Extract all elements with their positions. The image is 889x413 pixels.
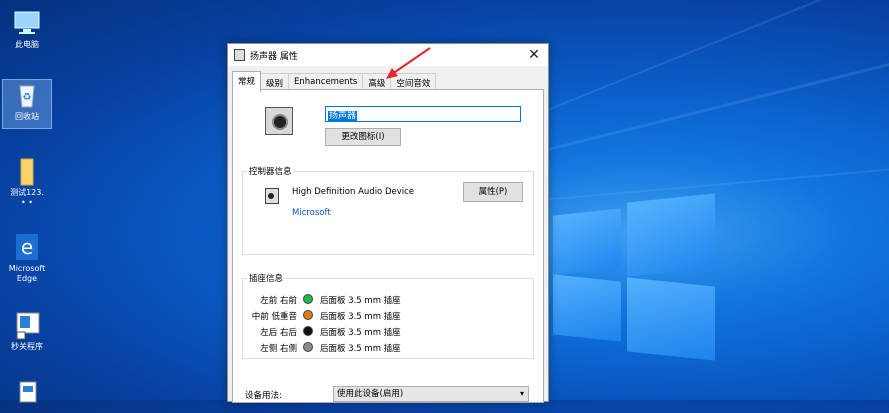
jack-color-indicator [303, 342, 313, 352]
recycle-bin-icon: ♻ [12, 80, 42, 110]
desktop-icon-label-line2: • • [21, 198, 33, 207]
jack-color-indicator [303, 310, 313, 320]
tab-general[interactable]: 常规 [232, 71, 262, 92]
jack-channel-label: 左后 右后 [260, 328, 297, 338]
jack-channel-label: 左侧 右侧 [260, 344, 297, 354]
change-icon-button[interactable]: 更改图标(I) [325, 128, 401, 146]
edge-icon: e [12, 232, 42, 262]
device-usage-value: 使用此设备(启用) [337, 389, 404, 399]
tab-strip: 常规 级别 Enhancements 高级 空间音效 [232, 71, 437, 92]
controller-info-legend: 控制器信息 [249, 167, 292, 177]
close-button[interactable]: ✕ [526, 47, 542, 63]
device-usage-label: 设备用法: [245, 391, 282, 401]
jack-color-indicator [303, 294, 313, 304]
svg-text:e: e [21, 235, 33, 259]
computer-icon [12, 8, 42, 38]
speaker-small-icon [265, 188, 279, 204]
jack-info-legend: 插座信息 [249, 274, 284, 284]
device-name-text: 扬声器 [328, 111, 358, 121]
device-name-field[interactable]: 扬声器 [325, 106, 521, 122]
speaker-properties-dialog: 扬声器 属性 ✕ 常规 级别 Enhancements 高级 空间音效 扬声器 … [227, 43, 549, 403]
jack-row: 中前 低重音 后面板 3.5 mm 插座 [242, 308, 532, 324]
controller-name: High Definition Audio Device [292, 187, 415, 197]
svg-text:♻: ♻ [23, 92, 32, 103]
desktop-icon-label-line2: Edge [16, 274, 38, 283]
app-shortcut-icon [12, 310, 42, 340]
desktop-icon-label: 回收站 [15, 112, 39, 121]
general-tab-panel: 扬声器 更改图标(I) 控制器信息 High Definition Audio … [232, 89, 544, 403]
chevron-down-icon: ▾ [519, 389, 524, 398]
jack-row: 左侧 右侧 后面板 3.5 mm 插座 [242, 340, 532, 356]
jack-description: 后面板 3.5 mm 插座 [320, 312, 401, 322]
properties-button[interactable]: 属性(P) [463, 182, 523, 202]
controller-info-group: 控制器信息 [242, 165, 534, 255]
jack-channel-label: 中前 低重音 [251, 312, 297, 322]
desktop-icon-this-pc[interactable]: 此电脑 [3, 8, 51, 50]
jack-description: 后面板 3.5 mm 插座 [320, 328, 401, 338]
desktop-icon-label: Microsoft [8, 264, 46, 273]
document-icon [12, 380, 42, 410]
dialog-title: 扬声器 属性 [250, 51, 298, 62]
speaker-device-icon [265, 107, 293, 135]
desktop-icon-label: 测试123. [10, 188, 44, 197]
desktop-icon-partial[interactable] [3, 380, 51, 412]
jack-row: 左前 右前 后面板 3.5 mm 插座 [242, 292, 532, 308]
jack-description: 后面板 3.5 mm 插座 [320, 344, 401, 354]
desktop-icon-recycle-bin[interactable]: ♻ 回收站 [2, 79, 52, 129]
jack-color-indicator [303, 326, 313, 336]
controller-vendor-link[interactable]: Microsoft [292, 208, 331, 218]
jack-row: 左后 右后 后面板 3.5 mm 插座 [242, 324, 532, 340]
speaker-icon [234, 49, 245, 61]
desktop-icon-shortcut[interactable]: 秒关程序 [3, 310, 51, 352]
desktop-icon-label: 秒关程序 [11, 342, 43, 351]
jack-channel-label: 左前 右前 [260, 296, 297, 306]
folder-icon [12, 156, 42, 186]
desktop-icon-edge[interactable]: e Microsoft Edge [3, 232, 51, 284]
title-bar[interactable]: 扬声器 属性 ✕ [228, 44, 548, 66]
desktop-icon-folder[interactable]: 测试123. • • [3, 156, 51, 208]
desktop-icon-label: 此电脑 [15, 40, 39, 49]
jack-description: 后面板 3.5 mm 插座 [320, 296, 401, 306]
